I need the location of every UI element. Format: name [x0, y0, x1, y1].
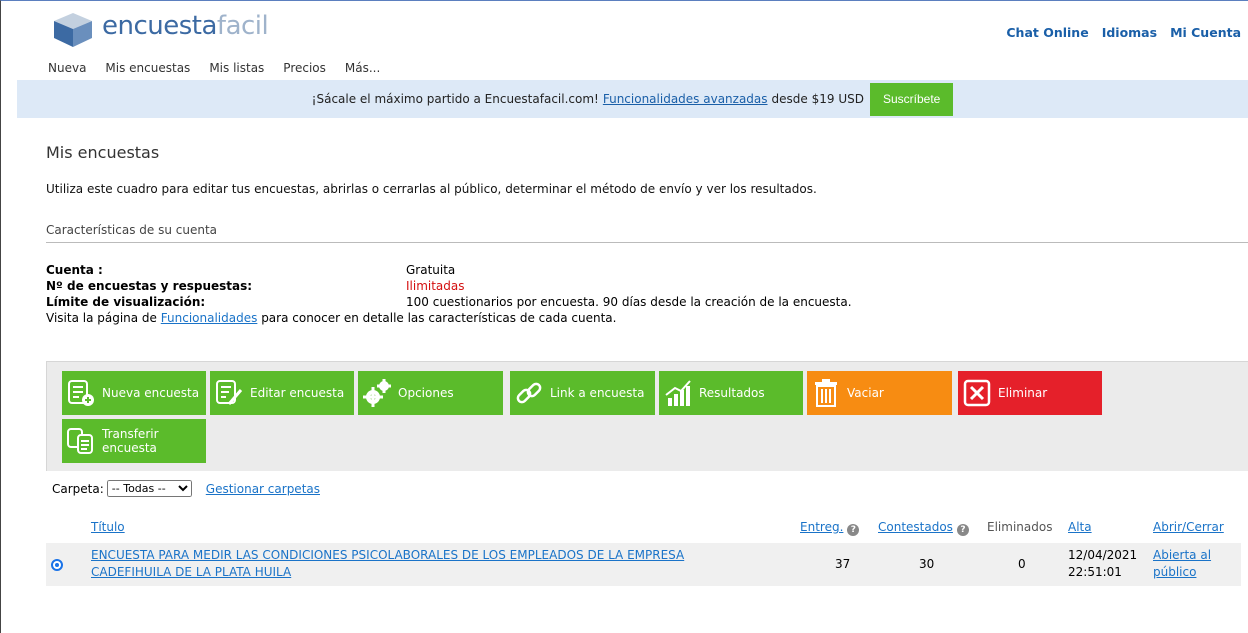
encuestas-value: Ilimitadas — [406, 279, 465, 293]
page-description: Utiliza este cuadro para editar tus encu… — [46, 182, 817, 196]
cuenta-value: Gratuita — [406, 263, 456, 277]
promo-bar: ¡Sácale el máximo partido a Encuestafaci… — [17, 80, 1248, 118]
nav-mis-encuestas[interactable]: Mis encuestas — [105, 61, 190, 75]
status-line1[interactable]: Abierta al — [1153, 548, 1211, 562]
limite-value: 100 cuestionarios por encuesta. 90 días … — [406, 295, 852, 309]
promo-text: ¡Sácale el máximo partido a Encuestafaci… — [311, 92, 599, 106]
col-header-titulo[interactable]: Título — [91, 520, 125, 534]
limite-label: Límite de visualización: — [46, 295, 206, 309]
visit-text-before: Visita la página de — [46, 311, 157, 325]
chat-online-link[interactable]: Chat Online — [1006, 25, 1088, 40]
help-icon[interactable]: ? — [847, 524, 860, 536]
table-row[interactable]: ENCUESTA PARA MEDIR LAS CONDICIONES PSIC… — [46, 543, 1241, 586]
transfer-icon — [67, 428, 93, 454]
gears-icon — [363, 379, 391, 407]
top-nav: Nueva Mis encuestas Mis listas Precios M… — [48, 61, 380, 75]
survey-title-line1[interactable]: ENCUESTA PARA MEDIR LAS CONDICIONES PSIC… — [91, 548, 684, 562]
logo-text-accent: facil — [216, 11, 269, 41]
visit-text-after: para conocer en detalle las característi… — [261, 311, 617, 325]
encuestas-label: Nº de encuestas y respuestas: — [46, 279, 253, 293]
edit-survey-button[interactable]: Editar encuesta — [210, 371, 354, 415]
link-icon — [516, 382, 542, 404]
survey-title-line2[interactable]: CADEFIHUILA DE LA PLATA HUILA — [91, 565, 291, 579]
subscribe-button[interactable]: Suscríbete — [869, 82, 954, 116]
mi-cuenta-link[interactable]: Mi Cuenta — [1170, 25, 1241, 40]
col-header-entreg[interactable]: Entreg. — [800, 520, 843, 534]
entreg-value: 37 — [835, 557, 851, 571]
trash-icon — [815, 379, 837, 407]
survey-title-link[interactable]: ENCUESTA PARA MEDIR LAS CONDICIONES PSIC… — [91, 547, 684, 581]
row-select-radio[interactable] — [51, 559, 63, 571]
funcionalidades-link[interactable]: Funcionalidades — [161, 311, 258, 325]
col-header-alta[interactable]: Alta — [1068, 520, 1092, 534]
empty-label: Vaciar — [847, 386, 884, 400]
help-icon[interactable]: ? — [956, 524, 969, 536]
delete-label: Eliminar — [998, 386, 1048, 400]
empty-button[interactable]: Vaciar — [807, 371, 952, 415]
new-survey-button[interactable]: Nueva encuesta — [62, 371, 206, 415]
options-label: Opciones — [398, 386, 454, 400]
action-toolbar: Nueva encuesta Editar encuesta Opciones — [46, 361, 1248, 471]
logo-text-main: encuesta — [102, 11, 217, 41]
options-button[interactable]: Opciones — [358, 371, 503, 415]
nav-precios[interactable]: Precios — [283, 61, 326, 75]
transfer-survey-label: Transferir encuesta — [102, 427, 159, 455]
status-link[interactable]: Abierta al público — [1153, 547, 1211, 581]
new-survey-label: Nueva encuesta — [102, 386, 200, 400]
nav-mis-listas[interactable]: Mis listas — [209, 61, 264, 75]
nav-mas[interactable]: Más... — [345, 61, 380, 75]
promo-features-link[interactable]: Funcionalidades avanzadas — [603, 92, 768, 106]
transfer-survey-button[interactable]: Transferir encuesta — [62, 419, 206, 463]
encuestafacil-logo[interactable]: encuestafacil — [50, 9, 269, 49]
folder-bar: Carpeta: -- Todas -- Gestionar carpetas — [46, 472, 1248, 505]
alta-time: 22:51:01 — [1068, 565, 1122, 579]
alta-date: 12/04/2021 — [1068, 548, 1138, 562]
cuenta-label: Cuenta : — [46, 263, 103, 277]
logo-text: encuestafacil — [102, 11, 269, 41]
account-info: Cuenta : Gratuita Nº de encuestas y resp… — [46, 262, 852, 326]
new-survey-icon — [68, 380, 94, 406]
folder-label: Carpeta: — [52, 481, 104, 496]
survey-link-button[interactable]: Link a encuesta — [510, 371, 655, 415]
idiomas-link[interactable]: Idiomas — [1102, 25, 1157, 40]
col-header-contestados[interactable]: Contestados — [878, 520, 953, 534]
col-header-entreg-wrap: Entreg.? — [800, 520, 860, 536]
transfer-label-line2: encuesta — [102, 441, 157, 455]
promo-price: desde $19 USD — [771, 92, 864, 106]
col-header-eliminados: Eliminados — [987, 520, 1053, 534]
transfer-label-line1: Transferir — [102, 427, 159, 441]
account-section-title: Características de su cuenta — [46, 223, 1248, 243]
logo-cube-icon — [54, 13, 92, 47]
results-chart-icon — [665, 380, 691, 406]
edit-survey-icon — [216, 380, 243, 405]
contestados-value: 30 — [919, 557, 935, 571]
manage-folders-link[interactable]: Gestionar carpetas — [206, 482, 320, 496]
page-title: Mis encuestas — [46, 143, 160, 162]
status-line2[interactable]: público — [1153, 565, 1196, 579]
folder-select[interactable]: -- Todas -- — [106, 480, 192, 497]
delete-x-icon — [963, 379, 991, 407]
results-label: Resultados — [699, 386, 765, 400]
col-header-abrir-cerrar[interactable]: Abrir/Cerrar — [1153, 520, 1224, 534]
delete-button[interactable]: Eliminar — [958, 371, 1102, 415]
eliminados-value: 0 — [1018, 557, 1026, 571]
survey-link-label: Link a encuesta — [550, 386, 645, 400]
col-header-contestados-wrap: Contestados? — [878, 520, 969, 536]
alta-value: 12/04/2021 22:51:01 — [1068, 547, 1137, 581]
results-button[interactable]: Resultados — [659, 371, 803, 415]
edit-survey-label: Editar encuesta — [250, 386, 345, 400]
right-nav: Chat Online Idiomas Mi Cuenta — [1006, 25, 1241, 40]
nav-nueva[interactable]: Nueva — [48, 61, 86, 75]
